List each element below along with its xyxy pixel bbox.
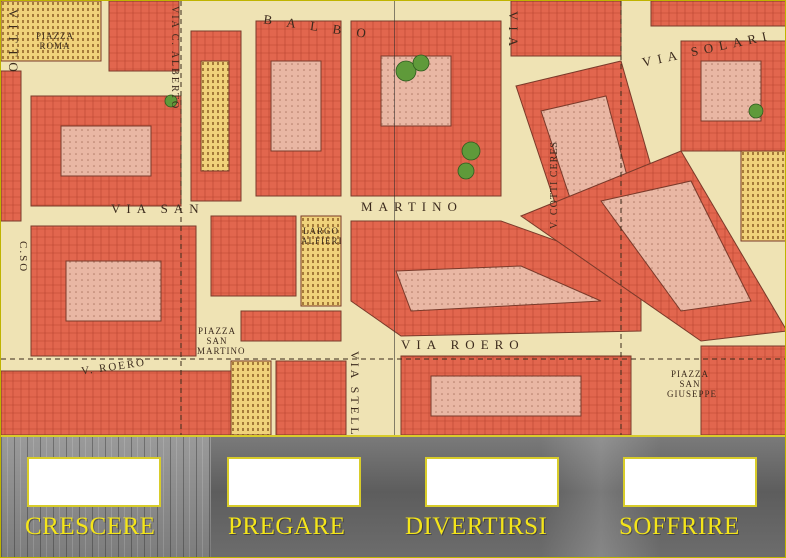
map-label-piazza-san-giuseppe: PIAZZA SAN GIUSEPPE (667, 369, 718, 399)
map-label-via-carlo-alberto: VIA C. ALBERTO (169, 6, 180, 111)
map-label-via-bogino: VIA (506, 11, 521, 53)
word-panel: CRESCERE PREGARE DIVERTIRSI SOFFRIRE (1, 435, 785, 557)
activity-stage: VITTO PIAZZA ROMA VIA C. ALBERTO B A L B… (0, 0, 786, 558)
drop-slot-pregare[interactable] (227, 457, 361, 507)
map-label-via-roero: VIA ROERO (401, 337, 525, 352)
word-label-divertirsi: DIVERTIRSI (405, 513, 548, 540)
word-label-pregare: PREGARE (228, 513, 346, 540)
map-label-via-cotti-ceres: V. COTTI CERES (549, 141, 560, 229)
map-label-martino: MARTINO (361, 199, 463, 214)
map-label-corso: C.SO (17, 241, 29, 274)
map-label-via-stella: VIA STELLA (348, 351, 362, 435)
drop-slot-divertirsi[interactable] (425, 457, 559, 507)
word-label-crescere: CRESCERE (25, 513, 156, 540)
drop-slot-crescere[interactable] (27, 457, 161, 507)
map-label-vittorio: VITTO (6, 9, 21, 78)
map-label-piazza-roma: PIAZZA ROMA (36, 31, 74, 51)
map-label-piazza-san-martino: PIAZZA SAN MARTINO (197, 326, 246, 356)
map-label-largo-alfieri: LARGO ALFIERI (301, 226, 343, 246)
map-label-via-san: VIA SAN (111, 201, 205, 216)
drop-slot-soffrire[interactable] (623, 457, 757, 507)
word-label-soffrire: SOFFRIRE (619, 513, 740, 540)
